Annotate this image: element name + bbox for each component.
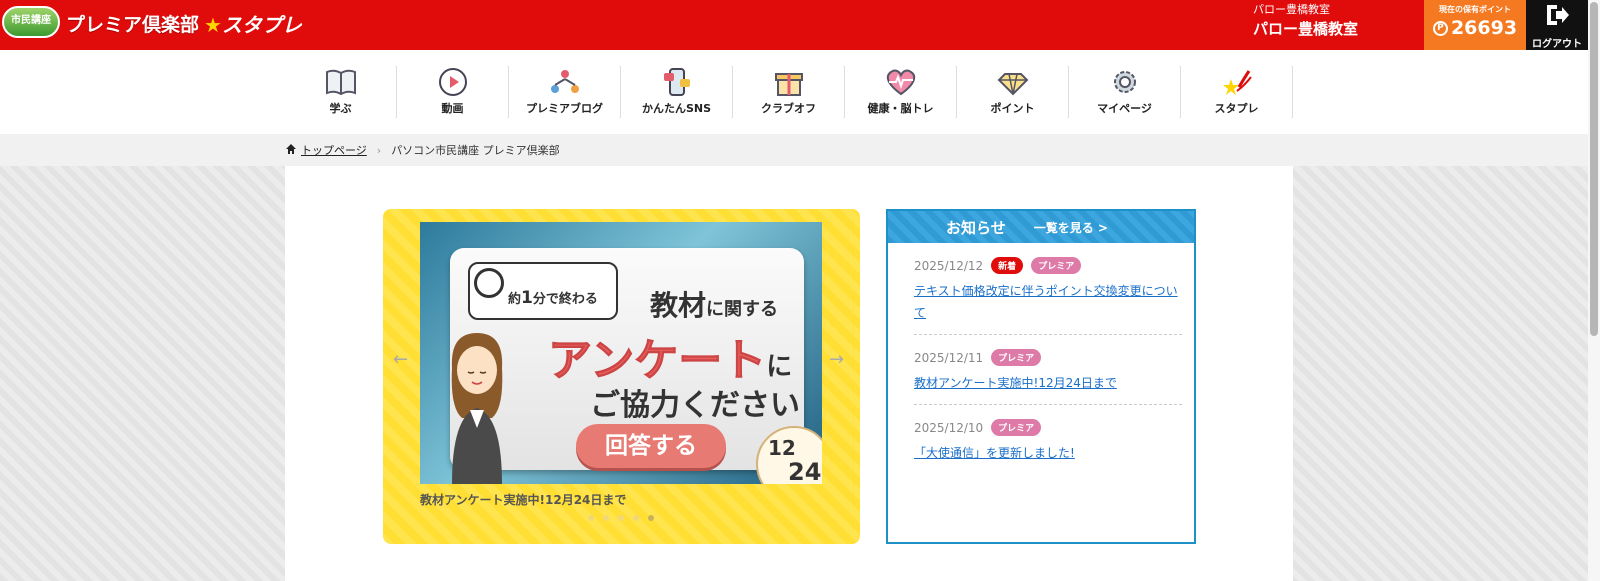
bubble-text: 約1分で終わる xyxy=(508,288,598,308)
staple-logo[interactable]: ★スタプレ xyxy=(204,9,302,38)
classroom-name: パロー豊橋教室 xyxy=(1252,20,1358,38)
nav-item-points[interactable]: ポイント xyxy=(957,66,1069,118)
badge-premia: プレミア xyxy=(991,349,1042,366)
answer-button[interactable]: 回答する xyxy=(576,424,726,468)
star-icon: ★ xyxy=(204,13,222,37)
nav-label: クラブオフ xyxy=(761,102,816,115)
nav-item-mypage[interactable]: マイページ xyxy=(1069,66,1181,118)
nav-item-blog[interactable]: プレミアブログ xyxy=(509,66,621,118)
points-display[interactable]: 現在の保有ポイント P 26693 xyxy=(1424,0,1526,50)
points-label: 現在の保有ポイント xyxy=(1439,5,1511,14)
nav-item-club-off[interactable]: クラブオフ xyxy=(733,66,845,118)
nav-label: 学ぶ xyxy=(329,102,352,115)
slider-dot-active[interactable] xyxy=(648,515,654,521)
star-staple-icon xyxy=(1181,66,1292,98)
breadcrumb-home-link[interactable]: トップページ xyxy=(301,142,367,158)
news-list: 2025/12/12 新着 プレミア テキスト価格改定に伴うポイント交換変更につ… xyxy=(888,243,1194,474)
gear-icon xyxy=(1069,66,1180,98)
nav-label: プレミアブログ xyxy=(526,102,603,115)
nav-items: 学ぶ 動画 プレミアブログ かんたんSNS クラブオフ 健康・脳トレ ポイント xyxy=(285,66,1293,118)
breadcrumb-bar: トップページ › パソコン市民講座 プレミア倶楽部 xyxy=(0,134,1588,166)
site-header: 市民講座 プレミア倶楽部 ★スタプレ パロー豊橋教室 パロー豊橋教室 現在の保有… xyxy=(0,0,1588,50)
news-meta: 2025/12/12 新着 プレミア xyxy=(914,257,1182,274)
nav-label: かんたんSNS xyxy=(641,102,712,115)
news-title: お知らせ xyxy=(946,218,1006,237)
book-icon xyxy=(285,66,396,98)
news-date: 2025/12/12 xyxy=(914,258,984,273)
news-date: 2025/12/11 xyxy=(914,350,984,365)
survey-banner[interactable]: 約1分で終わる 教材に関する アンケートに ご協力ください 回答する 12 24… xyxy=(420,222,822,484)
scrollbar[interactable] xyxy=(1588,0,1600,581)
nav-item-staple[interactable]: スタプレ xyxy=(1181,66,1293,118)
news-meta: 2025/12/10 プレミア xyxy=(914,419,1182,436)
woman-illustration xyxy=(451,333,503,484)
play-icon xyxy=(397,66,508,98)
nav-label: 健康・脳トレ xyxy=(867,102,934,115)
slider-dots xyxy=(588,515,654,521)
points-value: 26693 xyxy=(1450,17,1518,39)
sns-phone-icon xyxy=(621,66,732,98)
gift-icon xyxy=(733,66,844,98)
badge-premia: プレミア xyxy=(1031,257,1082,274)
banner-line-1: 教材に関する xyxy=(650,289,779,322)
news-link[interactable]: 教材アンケート実施中!12月24日まで xyxy=(914,372,1182,394)
scrollbar-thumb[interactable] xyxy=(1590,2,1598,336)
staple-logo-text: スタプレ xyxy=(221,13,302,37)
slider-prev-arrow[interactable]: ← xyxy=(393,349,408,370)
breadcrumb-current: パソコン市民講座 プレミア倶楽部 xyxy=(391,144,560,157)
classroom-label: パロー豊橋教室 xyxy=(1252,3,1330,16)
news-item: 2025/12/11 プレミア 教材アンケート実施中!12月24日まで xyxy=(914,335,1182,405)
deadline-badge: 12 24 まで xyxy=(756,426,822,484)
slider-dot[interactable] xyxy=(603,515,609,521)
news-header: お知らせ 一覧を見る > xyxy=(888,211,1194,243)
logout-button[interactable]: ログアウト xyxy=(1526,0,1588,50)
banner-line-2: アンケートに xyxy=(547,335,793,387)
news-link[interactable]: 「大使通信」を更新しました! xyxy=(914,442,1182,464)
badge-premia: プレミア xyxy=(991,419,1042,436)
logout-icon xyxy=(1526,2,1588,35)
nav-label: ポイント xyxy=(990,102,1035,115)
banner-line-3: ご協力ください xyxy=(590,388,800,423)
main-nav: 学ぶ 動画 プレミアブログ かんたんSNS クラブオフ 健康・脳トレ ポイント xyxy=(0,50,1588,134)
slider-dot[interactable] xyxy=(588,515,594,521)
slider-dot[interactable] xyxy=(618,515,624,521)
news-item: 2025/12/12 新着 プレミア テキスト価格改定に伴うポイント交換変更につ… xyxy=(914,243,1182,335)
news-link[interactable]: テキスト価格改定に伴うポイント交換変更について xyxy=(914,280,1182,324)
nav-label: マイページ xyxy=(1097,102,1152,115)
deadline-day: 24 xyxy=(788,458,822,484)
clock-icon xyxy=(474,268,504,298)
nav-item-learn[interactable]: 学ぶ xyxy=(285,66,397,118)
classroom-info: パロー豊橋教室 パロー豊橋教室 xyxy=(1253,2,1358,40)
deadline-month: 12 xyxy=(768,436,796,460)
news-item: 2025/12/10 プレミア 「大使通信」を更新しました! xyxy=(914,405,1182,474)
news-panel: お知らせ 一覧を見る > 2025/12/12 新着 プレミア テキスト価格改定… xyxy=(886,209,1196,544)
people-network-icon xyxy=(509,66,620,98)
banner-slider: ← → 約1分で終わる 教材に関する アンケートに ご協力ください 回答する 1… xyxy=(383,209,860,544)
home-icon xyxy=(285,143,297,158)
shimin-kouza-logo[interactable]: 市民講座 xyxy=(2,6,60,38)
slider-next-arrow[interactable]: → xyxy=(829,349,844,370)
breadcrumb: トップページ › パソコン市民講座 プレミア倶楽部 xyxy=(285,142,560,158)
premia-club-logo[interactable]: プレミア倶楽部 xyxy=(66,10,199,37)
logout-label: ログアウト xyxy=(1532,39,1582,50)
badge-new: 新着 xyxy=(991,257,1024,274)
diamond-icon xyxy=(957,66,1068,98)
news-meta: 2025/12/11 プレミア xyxy=(914,349,1182,366)
news-more-link[interactable]: 一覧を見る > xyxy=(1034,219,1108,236)
nav-label: スタプレ xyxy=(1214,102,1259,115)
nav-item-sns[interactable]: かんたんSNS xyxy=(621,66,733,118)
heart-pulse-icon xyxy=(845,66,956,98)
nav-item-health[interactable]: 健康・脳トレ xyxy=(845,66,957,118)
nav-item-video[interactable]: 動画 xyxy=(397,66,509,118)
nav-label: 動画 xyxy=(441,102,464,115)
slider-dot[interactable] xyxy=(633,515,639,521)
slide-caption: 教材アンケート実施中!12月24日まで xyxy=(420,493,627,507)
points-icon: P xyxy=(1432,20,1448,36)
points-value-row: P 26693 xyxy=(1424,17,1526,39)
news-date: 2025/12/10 xyxy=(914,420,984,435)
chevron-right-icon: › xyxy=(376,143,382,157)
